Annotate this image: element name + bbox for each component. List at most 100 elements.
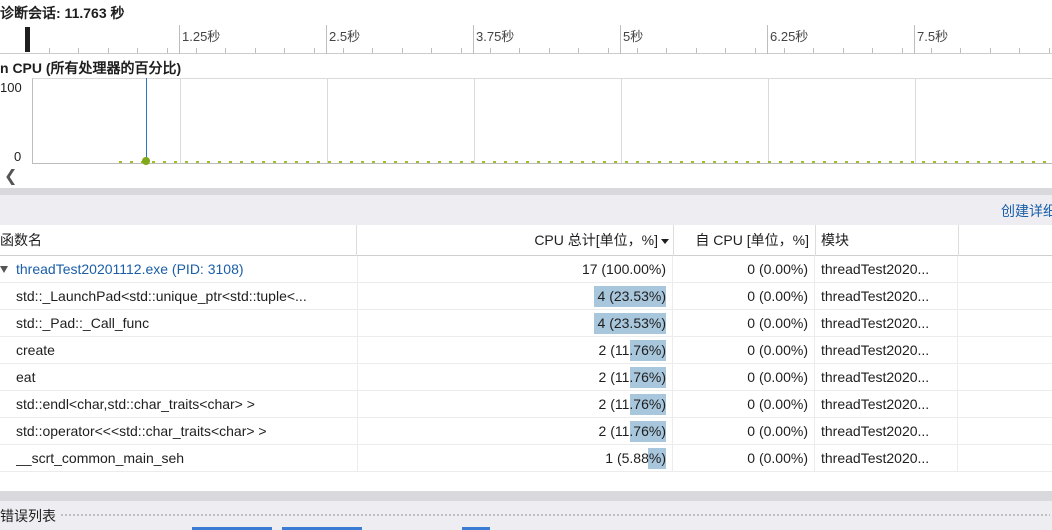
ruler-minor-tick	[755, 48, 756, 53]
ruler-minor-tick	[490, 48, 491, 53]
table-row[interactable]: create 2 (11.76%) 0 (0.00%) threadTest2020.…	[0, 337, 1052, 364]
module-cell: threadTest2020...	[816, 418, 958, 445]
column-header-name[interactable]: 函数名	[0, 225, 357, 256]
ruler-tick	[326, 25, 327, 54]
ruler-minor-tick	[843, 48, 844, 53]
expand-collapse-icon[interactable]	[0, 266, 8, 273]
cpu-y-min-label: 0	[14, 149, 22, 164]
ruler-minor-tick	[255, 48, 256, 53]
ruler-minor-tick	[931, 48, 932, 53]
total-cpu-cell: 2 (11.76%)	[357, 337, 673, 364]
total-cpu-value: 2 (11.76%)	[598, 396, 666, 412]
ruler-minor-tick	[284, 48, 285, 53]
error-list-title[interactable]: 错误列表	[0, 506, 56, 526]
cpu-sample-marker	[142, 157, 150, 165]
ruler-tick	[620, 25, 621, 54]
ruler-tick-label: 2.5秒	[329, 29, 361, 44]
function-name-cell: threadTest20201112.exe (PID: 3108)	[16, 261, 244, 277]
ruler-minor-tick	[78, 48, 79, 53]
function-name-cell: std::_LaunchPad<std::unique_ptr<std::tup…	[16, 288, 307, 304]
cpu-usage-line	[119, 161, 1052, 163]
function-name-cell: __scrt_common_main_seh	[16, 450, 185, 466]
table-row[interactable]: eat 2 (11.76%) 0 (0.00%) threadTest2020...	[0, 364, 1052, 391]
ruler-minor-tick	[608, 48, 609, 53]
self-cpu-cell: 0 (0.00%)	[674, 445, 815, 472]
self-cpu-cell: 0 (0.00%)	[674, 337, 815, 364]
ruler-minor-tick	[902, 48, 903, 53]
ruler-minor-tick	[784, 48, 785, 53]
ruler-tick	[767, 25, 768, 54]
ruler-minor-tick	[872, 48, 873, 53]
column-header-self-cpu[interactable]: 自 CPU [单位，%]	[674, 225, 816, 256]
ruler-minor-tick	[137, 48, 138, 53]
time-cursor-line	[146, 78, 147, 163]
column-header-total-cpu[interactable]: CPU 总计[单位，%]	[357, 225, 674, 256]
module-cell: threadTest2020...	[816, 310, 958, 337]
table-row[interactable]: std::endl<char,std::char_traits<char> > 2…	[0, 391, 1052, 418]
ruler-tick-label: 5秒	[623, 29, 644, 44]
ruler-minor-tick	[431, 48, 432, 53]
ruler-minor-tick	[49, 48, 50, 53]
ruler-minor-tick	[637, 48, 638, 53]
total-cpu-value: 4 (23.53%)	[597, 315, 666, 331]
timeline-selection-handle[interactable]	[25, 27, 30, 52]
ruler-minor-tick	[461, 48, 462, 53]
table-row[interactable]: threadTest20201112.exe (PID: 3108) 17 (10…	[0, 256, 1052, 283]
table-row[interactable]: std::_Pad::_Call_func 4 (23.53%) 0 (0.00%)…	[0, 310, 1052, 337]
panel-grip[interactable]	[60, 513, 1050, 517]
module-cell: threadTest2020...	[816, 256, 958, 283]
scroll-left-icon[interactable]: ❮	[4, 166, 17, 186]
ruler-tick	[914, 25, 915, 54]
column-header-total-cpu-label: CPU 总计[单位，%]	[534, 232, 658, 248]
module-cell: threadTest2020...	[816, 364, 958, 391]
ruler-minor-tick	[167, 48, 168, 53]
table-row[interactable]: std::_LaunchPad<std::unique_ptr<std::tup…	[0, 283, 1052, 310]
table-row[interactable]: __scrt_common_main_seh 1 (5.88%) 0 (0.00%)…	[0, 445, 1052, 472]
ruler-tick-label: 1.25秒	[182, 29, 221, 44]
self-cpu-cell: 0 (0.00%)	[674, 310, 815, 337]
ruler-minor-tick	[1019, 48, 1020, 53]
pane-splitter[interactable]	[0, 188, 1052, 195]
ruler-minor-tick	[108, 48, 109, 53]
total-cpu-value: 17 (100.00%)	[581, 261, 666, 277]
timeline-ruler[interactable]: 1.25秒 2.5秒 3.75秒 5秒 6.25秒 7.5秒	[0, 25, 1052, 54]
ruler-minor-tick	[519, 48, 520, 53]
total-cpu-cell: 1 (5.88%)	[357, 445, 673, 472]
ruler-minor-tick	[813, 48, 814, 53]
total-cpu-cell: 17 (100.00%)	[357, 256, 673, 283]
cpu-y-max-label: 100	[0, 80, 22, 95]
report-toolbar: 创建详细	[0, 195, 1052, 225]
table-row[interactable]: std::operator<<<std::char_traits<char> >…	[0, 418, 1052, 445]
ruler-minor-tick	[990, 48, 991, 53]
error-list-panel: 错误列表	[0, 501, 1052, 530]
function-name-cell: create	[16, 342, 55, 358]
function-name-cell: std::_Pad::_Call_func	[16, 315, 150, 331]
ruler-minor-tick	[960, 48, 961, 53]
ruler-minor-tick	[696, 48, 697, 53]
module-cell: threadTest2020...	[816, 391, 958, 418]
total-cpu-value: 2 (11.76%)	[598, 423, 666, 439]
self-cpu-cell: 0 (0.00%)	[674, 418, 815, 445]
session-title: 诊断会话: 11.763 秒	[0, 5, 125, 21]
ruler-tick-label: 6.25秒	[770, 29, 809, 44]
function-name-cell: std::operator<<<std::char_traits<char> >	[16, 423, 267, 439]
total-cpu-value: 2 (11.76%)	[598, 369, 666, 385]
cpu-usage-graph[interactable]	[32, 78, 1052, 164]
create-details-link[interactable]: 创建详细	[1001, 201, 1052, 221]
ruler-tick-label: 3.75秒	[476, 29, 515, 44]
ruler-minor-tick	[343, 48, 344, 53]
ruler-minor-tick	[549, 48, 550, 53]
ruler-minor-tick	[225, 48, 226, 53]
total-cpu-cell: 2 (11.76%)	[357, 418, 673, 445]
function-name-cell: std::endl<char,std::char_traits<char> >	[16, 396, 255, 412]
self-cpu-cell: 0 (0.00%)	[674, 391, 815, 418]
total-cpu-cell: 2 (11.76%)	[357, 391, 673, 418]
ruler-minor-tick	[402, 48, 403, 53]
total-cpu-value: 2 (11.76%)	[598, 342, 666, 358]
ruler-minor-tick	[578, 48, 579, 53]
total-cpu-cell: 2 (11.76%)	[357, 364, 673, 391]
bottom-splitter[interactable]	[0, 491, 1052, 501]
column-header-module[interactable]: 模块	[816, 225, 959, 256]
self-cpu-cell: 0 (0.00%)	[674, 256, 815, 283]
ruler-minor-tick	[666, 48, 667, 53]
